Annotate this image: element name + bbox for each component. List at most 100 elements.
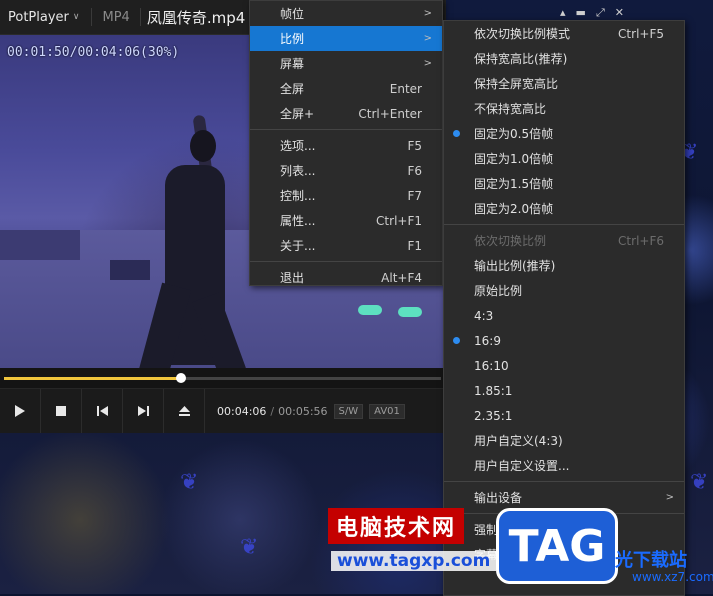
menu-label: 保持全屏宽高比 (474, 77, 559, 91)
menu-item-fixed-1-5[interactable]: 固定为1.5倍帧 (444, 171, 684, 196)
menu-shortcut: F1 (407, 238, 422, 253)
menu-item-fixed-2-0[interactable]: 固定为2.0倍帧 (444, 196, 684, 221)
next-button[interactable] (123, 389, 164, 433)
menu-label: 屏幕 (280, 57, 305, 71)
chevron-down-icon: ∨ (72, 12, 80, 22)
menu-item-fixed-0-5[interactable]: 固定为0.5倍帧 (444, 121, 684, 146)
watermark-right-url: www.xz7.com (632, 570, 713, 584)
minimize-icon[interactable]: ▬ (576, 6, 586, 20)
menu-label: 全屏 (280, 82, 305, 96)
menu-item-ratio-2-35[interactable]: 2.35:1 (444, 403, 684, 428)
chevron-right-icon: > (423, 8, 432, 19)
menu-label: 固定为1.5倍帧 (474, 177, 554, 191)
menu-label: 固定为0.5倍帧 (474, 127, 554, 141)
maximize-icon[interactable]: ⤢ (596, 6, 605, 20)
menu-item-fullscreen[interactable]: 全屏 Enter (250, 76, 442, 101)
app-menu-button[interactable]: PotPlayer ∨ (0, 10, 87, 25)
menu-label: 帧位 (280, 7, 305, 21)
menu-item-ratio[interactable]: 比例 > (250, 26, 442, 51)
menu-item-control[interactable]: 控制... F7 (250, 183, 442, 208)
menu-label: 用户自定义(4:3) (474, 434, 563, 448)
eject-button[interactable] (164, 389, 205, 433)
menu-shortcut: Ctrl+F1 (376, 213, 422, 228)
menu-item-frame[interactable]: 帧位 > (250, 1, 442, 26)
menu-label: 输出设备 (474, 491, 523, 505)
chevron-right-icon: > (423, 58, 432, 69)
menu-label: 全屏+ (280, 107, 315, 121)
seek-handle[interactable] (176, 373, 186, 383)
chevron-right-icon: > (665, 492, 674, 503)
menu-label: 16:9 (474, 333, 501, 348)
butterfly-icon: ❦ (180, 470, 199, 495)
menu-label: 属性... (280, 214, 316, 228)
seek-bar[interactable] (0, 368, 445, 388)
dancer-shoe (398, 307, 422, 317)
menu-shortcut: Ctrl+F6 (618, 233, 664, 248)
menu-item-playlist[interactable]: 列表... F6 (250, 158, 442, 183)
menu-label: 16:10 (474, 358, 509, 373)
menu-shortcut: Alt+F4 (381, 270, 422, 285)
menu-item-ratio-4-3[interactable]: 4:3 (444, 303, 684, 328)
menu-item-cycle-ratio-mode[interactable]: 依次切换比例模式 Ctrl+F5 (444, 21, 684, 46)
previous-button[interactable] (82, 389, 123, 433)
menu-label: 2.35:1 (474, 408, 513, 423)
total-time: 00:05:56 (278, 404, 328, 418)
menu-item-ratio-16-10[interactable]: 16:10 (444, 353, 684, 378)
menu-divider (250, 129, 442, 130)
menu-item-properties[interactable]: 属性... Ctrl+F1 (250, 208, 442, 233)
sw-badge[interactable]: S/W (333, 403, 364, 419)
menu-label: 依次切换比例模式 (474, 27, 571, 41)
menu-shortcut: Ctrl+F5 (618, 26, 664, 41)
menu-item-keep-fullscreen-aspect[interactable]: 保持全屏宽高比 (444, 71, 684, 96)
menu-label: 保持宽高比(推荐) (474, 52, 568, 66)
pin-icon[interactable]: ▴ (560, 6, 566, 20)
menu-label: 关于... (280, 239, 316, 253)
codec-badge[interactable]: AV01 (369, 403, 405, 419)
watermark-url: www.tagxp.com (331, 551, 497, 571)
divider (91, 8, 93, 26)
stop-button[interactable] (41, 389, 82, 433)
menu-item-output-ratio[interactable]: 输出比例(推荐) (444, 253, 684, 278)
menu-item-exit[interactable]: 退出 Alt+F4 (250, 265, 442, 290)
dancer-shoe (358, 305, 382, 315)
menu-item-user-defined[interactable]: 用户自定义(4:3) (444, 428, 684, 453)
menu-item-fullscreen-plus[interactable]: 全屏+ Ctrl+Enter (250, 101, 442, 126)
menu-item-ratio-16-9[interactable]: 16:9 (444, 328, 684, 353)
stage-equipment (0, 230, 80, 260)
butterfly-icon: ❦ (240, 535, 259, 560)
menu-label: 比例 (280, 32, 305, 46)
menu-shortcut: F5 (407, 138, 422, 153)
performer-head (190, 130, 216, 162)
menu-label: 固定为2.0倍帧 (474, 202, 554, 216)
time-separator: / (270, 404, 275, 418)
menu-label: 1.85:1 (474, 383, 513, 398)
menu-label: 控制... (280, 189, 316, 203)
menu-item-screen[interactable]: 屏幕 > (250, 51, 442, 76)
app-name: PotPlayer (8, 9, 69, 25)
menu-item-fixed-1-0[interactable]: 固定为1.0倍帧 (444, 146, 684, 171)
menu-label: 列表... (280, 164, 316, 178)
menu-shortcut: F7 (407, 188, 422, 203)
menu-label: 用户自定义设置... (474, 459, 570, 473)
stage-equipment (110, 260, 150, 280)
menu-item-user-defined-settings[interactable]: 用户自定义设置... (444, 453, 684, 478)
menu-item-about[interactable]: 关于... F1 (250, 233, 442, 258)
divider (139, 8, 141, 26)
menu-item-ratio-1-85[interactable]: 1.85:1 (444, 378, 684, 403)
menu-item-output-device[interactable]: 输出设备 > (444, 485, 684, 510)
menu-item-original-ratio[interactable]: 原始比例 (444, 278, 684, 303)
radio-selected-icon (453, 337, 460, 344)
menu-label: 不保持宽高比 (474, 102, 547, 116)
menu-item-options[interactable]: 选项... F5 (250, 133, 442, 158)
menu-item-keep-aspect[interactable]: 保持宽高比(推荐) (444, 46, 684, 71)
context-menu: 帧位 > 比例 > 屏幕 > 全屏 Enter 全屏+ Ctrl+Enter 选项... F… (249, 0, 443, 286)
menu-shortcut: Enter (389, 81, 422, 96)
menu-item-no-aspect[interactable]: 不保持宽高比 (444, 96, 684, 121)
close-icon[interactable]: ✕ (615, 6, 624, 20)
play-button[interactable] (0, 389, 41, 433)
next-icon (137, 406, 149, 416)
menu-shortcut: Ctrl+Enter (358, 106, 422, 121)
previous-icon (96, 406, 108, 416)
menu-item-cycle-ratio: 依次切换比例 Ctrl+F6 (444, 228, 684, 253)
window-controls: ▴ ▬ ⤢ ✕ (560, 6, 624, 20)
